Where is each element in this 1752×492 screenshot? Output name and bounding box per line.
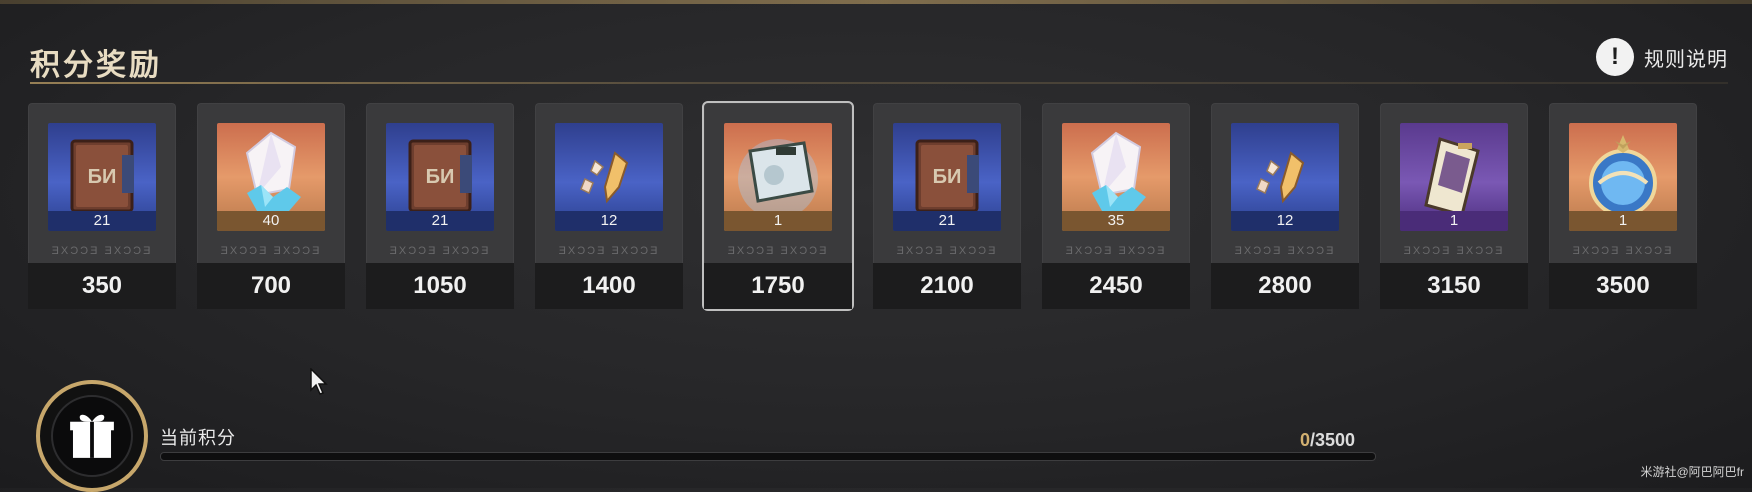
reward-count: 21 [48,211,156,231]
reward-score: 3500 [1596,272,1650,299]
reward-score-box: 1400 [535,263,683,309]
title-divider [30,82,1728,84]
reward-count: 35 [1062,211,1170,231]
reward-score-box: 3150 [1380,263,1528,309]
rules-button[interactable]: ! 规则说明 [1596,38,1728,76]
reward-score: 1050 [413,272,467,299]
watermark: 米游社@阿巴阿巴fr [1640,465,1744,479]
reward-card[interactable]: 12 ƎXƆƆƎ ƎXƆƆƎ 1400 [535,103,683,309]
reward-score-box: 2100 [873,263,1021,309]
reward-card[interactable]: 1 ƎXƆƆƎ ƎXƆƆƎ 1750 [702,101,854,311]
page-title: 积分奖励 [30,49,162,82]
reward-card[interactable]: 1 ƎXƆƆƎ ƎXƆƆƎ 3500 [1549,103,1697,309]
reward-decor-text: ƎXƆƆƎ ƎXƆƆƎ [1403,245,1505,257]
reward-card[interactable]: 35 ƎXƆƆƎ ƎXƆƆƎ 2450 [1042,103,1190,309]
reward-art: 1 [1569,123,1677,231]
reward-card[interactable]: БИ 21 ƎXƆƆƎ ƎXƆƆƎ 350 [28,103,176,309]
reward-decor-text: ƎXƆƆƎ ƎXƆƆƎ [389,245,491,257]
reward-count: 40 [217,211,325,231]
current-points-label: 当前积分 [160,428,236,448]
reward-score: 1750 [751,272,805,299]
reward-count: 12 [555,211,663,231]
reward-count: 12 [1231,211,1339,231]
reward-art: БИ 21 [893,123,1001,231]
progress-current: 0 [1300,430,1311,450]
reward-score-box: 700 [197,263,345,309]
reward-art: 1 [1400,123,1508,231]
reward-decor-text: ƎXƆƆƎ ƎXƆƆƎ [1234,245,1336,257]
reward-card[interactable]: 1 ƎXƆƆƎ ƎXƆƆƎ 3150 [1380,103,1528,309]
reward-score: 2800 [1258,272,1312,299]
reward-score: 2100 [920,272,974,299]
reward-score: 1400 [582,272,636,299]
reward-art: 35 [1062,123,1170,231]
reward-art: 40 [217,123,325,231]
reward-count: 21 [386,211,494,231]
reward-score: 350 [81,272,123,299]
reward-card[interactable]: БИ 21 ƎXƆƆƎ ƎXƆƆƎ 1050 [366,103,514,309]
reward-score: 3150 [1427,272,1481,299]
reward-art: 12 [1231,123,1339,231]
progress-max: /3500 [1310,430,1356,450]
reward-decor-text: ƎXƆƆƎ ƎXƆƆƎ [1065,245,1167,257]
points-progress-bar [160,452,1376,461]
reward-count: 1 [1569,211,1677,231]
reward-art: 1 [724,123,832,231]
reward-score-box: 2450 [1042,263,1190,309]
reward-art: БИ 21 [386,123,494,231]
reward-score: 700 [250,272,292,299]
reward-score-box: 1750 [704,263,852,309]
gift-icon-frame [51,395,133,477]
progress-text: 0/3500 [1300,430,1355,451]
gift-icon [70,414,114,458]
header: 积分奖励 ! 规则说明 [0,34,1752,90]
reward-decor-text: ƎXƆƆƎ ƎXƆƆƎ [1572,245,1674,257]
reward-art: БИ 21 [48,123,156,231]
reward-score-box: 350 [28,263,176,309]
reward-decor-text: ƎXƆƆƎ ƎXƆƆƎ [727,245,829,257]
rules-label: 规则说明 [1644,48,1728,71]
reward-count: 1 [1400,211,1508,231]
reward-card[interactable]: 12 ƎXƆƆƎ ƎXƆƆƎ 2800 [1211,103,1359,309]
reward-decor-text: ƎXƆƆƎ ƎXƆƆƎ [896,245,998,257]
reward-score-box: 1050 [366,263,514,309]
mouse-cursor-icon [310,368,328,395]
reward-count: 21 [893,211,1001,231]
svg-text:БИ: БИ [88,166,117,188]
svg-text:БИ: БИ [933,166,962,188]
reward-card[interactable]: БИ 21 ƎXƆƆƎ ƎXƆƆƎ 2100 [873,103,1021,309]
top-border [0,0,1752,4]
gift-button[interactable] [36,380,148,492]
reward-score: 2450 [1089,272,1143,299]
info-icon: ! [1596,38,1634,76]
svg-text:БИ: БИ [426,166,455,188]
reward-decor-text: ƎXƆƆƎ ƎXƆƆƎ [558,245,660,257]
reward-count: 1 [724,211,832,231]
reward-art: 12 [555,123,663,231]
reward-score-box: 3500 [1549,263,1697,309]
reward-card[interactable]: 40 ƎXƆƆƎ ƎXƆƆƎ 700 [197,103,345,309]
reward-decor-text: ƎXƆƆƎ ƎXƆƆƎ [51,245,153,257]
reward-score-box: 2800 [1211,263,1359,309]
reward-decor-text: ƎXƆƆƎ ƎXƆƆƎ [220,245,322,257]
